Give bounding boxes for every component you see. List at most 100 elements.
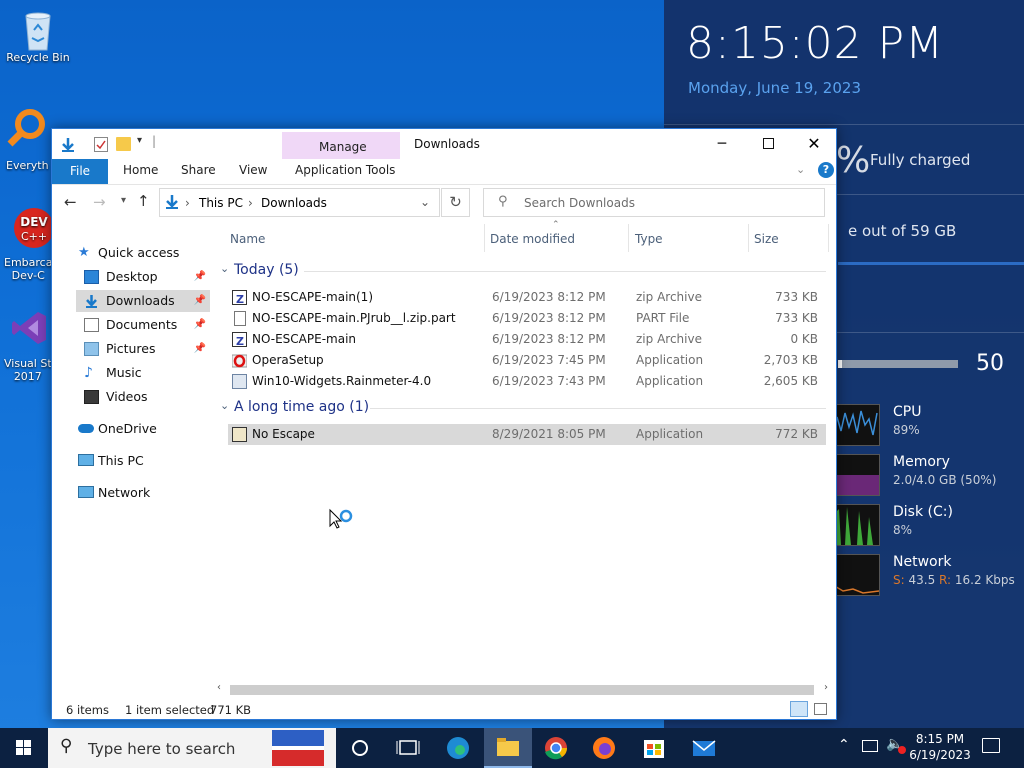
downloads-folder-icon bbox=[84, 294, 99, 308]
file-explorer-taskbar-icon[interactable] bbox=[484, 728, 532, 768]
computer-icon bbox=[78, 454, 94, 466]
column-header-size[interactable]: Size bbox=[754, 232, 779, 246]
nav-quick-access[interactable]: ★ Quick access bbox=[76, 242, 210, 264]
customize-qat-icon[interactable]: ▾ bbox=[137, 135, 142, 146]
nav-onedrive[interactable]: OneDrive bbox=[76, 418, 210, 440]
taskbar-search-box[interactable]: ⚲ Type here to search bbox=[48, 728, 336, 768]
mail-taskbar-icon[interactable] bbox=[680, 728, 728, 768]
up-button[interactable]: ↑ bbox=[137, 192, 150, 210]
show-hidden-icons-button[interactable]: ⌃ bbox=[838, 737, 850, 753]
close-button[interactable]: ✕ bbox=[796, 133, 832, 155]
ribbon-tabs: File Home Share View Application Tools ⌄… bbox=[52, 159, 836, 185]
notifications-icon[interactable] bbox=[982, 738, 1000, 753]
file-row[interactable]: NO-ESCAPE-main.PJrub__l.zip.part 6/19/20… bbox=[228, 308, 826, 329]
network-value: S: 43.5 R: 16.2 Kbps bbox=[893, 573, 1015, 587]
disk-graph bbox=[832, 504, 880, 546]
details-view-button[interactable] bbox=[790, 701, 808, 717]
quick-access-down-icon[interactable] bbox=[60, 137, 76, 153]
address-history-dropdown[interactable]: ⌄ bbox=[420, 195, 430, 209]
file-row[interactable]: Win10-Widgets.Rainmeter-4.0 6/19/2023 7:… bbox=[228, 371, 826, 392]
address-bar[interactable]: › This PC › Downloads ⌄ bbox=[159, 188, 440, 217]
new-folder-icon[interactable] bbox=[116, 137, 131, 151]
edge-taskbar-icon[interactable] bbox=[434, 728, 482, 768]
taskbar-clock[interactable]: 8:15 PM 6/19/2023 bbox=[908, 731, 972, 763]
cortana-button[interactable] bbox=[336, 728, 384, 768]
recycle-bin-icon bbox=[18, 8, 58, 51]
onedrive-cloud-icon bbox=[78, 424, 94, 433]
network-icon bbox=[78, 486, 94, 498]
maximize-button[interactable] bbox=[750, 133, 786, 155]
tab-view[interactable]: View bbox=[239, 163, 267, 177]
disk-value: 8% bbox=[893, 523, 913, 537]
nav-pictures[interactable]: Pictures 📌 bbox=[76, 338, 210, 360]
horizontal-scrollbar[interactable]: ‹ › bbox=[217, 682, 833, 697]
volume-fill bbox=[838, 360, 842, 368]
downloads-location-icon bbox=[164, 194, 180, 213]
music-folder-icon: ♪ bbox=[84, 365, 93, 381]
scrollbar-thumb[interactable] bbox=[230, 685, 814, 695]
breadcrumb-this-pc[interactable]: This PC bbox=[199, 196, 243, 210]
nav-documents[interactable]: Documents 📌 bbox=[76, 314, 210, 336]
everything-search-icon bbox=[6, 108, 46, 148]
volume-track[interactable] bbox=[838, 360, 958, 368]
properties-icon[interactable] bbox=[94, 137, 108, 152]
nav-music[interactable]: ♪ Music bbox=[76, 362, 210, 384]
tab-file[interactable]: File bbox=[52, 159, 108, 184]
breadcrumb-downloads[interactable]: Downloads bbox=[261, 196, 327, 210]
videos-folder-icon bbox=[84, 390, 99, 404]
desktop-icon-label: Visual St 2017 bbox=[4, 357, 52, 383]
nav-videos[interactable]: Videos bbox=[76, 386, 210, 408]
nav-downloads[interactable]: Downloads 📌 bbox=[76, 290, 210, 312]
chrome-taskbar-icon[interactable] bbox=[532, 728, 580, 768]
app-icon bbox=[232, 427, 247, 442]
collapse-chevron-icon: ⌄ bbox=[220, 399, 230, 412]
desktop-folder-icon bbox=[84, 270, 99, 284]
expand-ribbon-icon[interactable]: ⌄ bbox=[796, 163, 805, 176]
network-tray-icon[interactable] bbox=[862, 740, 878, 752]
column-header-name[interactable]: Name bbox=[230, 232, 265, 246]
desktop-icon-label: Embarca Dev-C bbox=[4, 256, 53, 282]
recent-locations-icon[interactable]: ▾ bbox=[121, 195, 126, 206]
search-icon: ⚲ bbox=[498, 194, 508, 209]
desktop-icon-recycle-bin[interactable]: Recycle Bin bbox=[2, 8, 74, 64]
nav-desktop[interactable]: Desktop 📌 bbox=[76, 266, 210, 288]
file-row[interactable]: OperaSetup 6/19/2023 7:45 PM Application… bbox=[228, 350, 826, 371]
storage-text: e out of 59 GB bbox=[848, 222, 957, 240]
zip-icon: Z bbox=[232, 290, 247, 306]
memory-label: Memory bbox=[893, 454, 950, 470]
forward-button[interactable]: → bbox=[93, 193, 106, 211]
desktop-icon-label: Recycle Bin bbox=[6, 51, 70, 64]
pin-icon: 📌 bbox=[193, 343, 206, 354]
large-icons-view-button[interactable] bbox=[814, 703, 827, 715]
cpu-graph bbox=[832, 404, 880, 446]
search-icon: ⚲ bbox=[60, 736, 73, 756]
file-row[interactable]: Z NO-ESCAPE-main(1) 6/19/2023 8:12 PM zi… bbox=[228, 287, 826, 308]
nav-network[interactable]: Network bbox=[76, 482, 210, 504]
refresh-button[interactable]: ↻ bbox=[441, 188, 470, 217]
tab-home[interactable]: Home bbox=[123, 163, 158, 177]
column-header-date[interactable]: Date modified bbox=[490, 232, 575, 246]
file-list: Name Date modified ⌃ Type Size ⌄ Today (… bbox=[220, 220, 834, 684]
firefox-taskbar-icon[interactable] bbox=[580, 728, 628, 768]
search-input[interactable]: ⚲ Search Downloads bbox=[483, 188, 825, 217]
file-row-selected[interactable]: No Escape 8/29/2021 8:05 PM Application … bbox=[228, 424, 826, 445]
back-button[interactable]: ← bbox=[64, 193, 77, 211]
memory-value: 2.0/4.0 GB (50%) bbox=[893, 473, 997, 487]
desktop-icon-everything[interactable]: Everyth bbox=[0, 108, 56, 172]
store-taskbar-icon[interactable] bbox=[630, 728, 678, 768]
cpu-value: 89% bbox=[893, 423, 920, 437]
svg-text:C++: C++ bbox=[21, 230, 47, 243]
tab-share[interactable]: Share bbox=[181, 163, 216, 177]
start-button[interactable] bbox=[0, 728, 48, 768]
help-icon[interactable]: ? bbox=[818, 162, 834, 178]
file-row[interactable]: Z NO-ESCAPE-main 6/19/2023 8:12 PM zip A… bbox=[228, 329, 826, 350]
selection-count: 1 item selected bbox=[125, 703, 215, 717]
column-header-type[interactable]: Type bbox=[635, 232, 663, 246]
title-bar: ▾ | Downloads ─ ✕ bbox=[52, 129, 836, 159]
tab-application-tools[interactable]: Application Tools bbox=[295, 163, 395, 177]
task-view-button[interactable] bbox=[384, 728, 432, 768]
navigation-pane: ★ Quick access Desktop 📌 Downloads 📌 Doc… bbox=[52, 229, 212, 669]
minimize-button[interactable]: ─ bbox=[704, 133, 740, 155]
nav-this-pc[interactable]: This PC bbox=[76, 450, 210, 472]
installer-icon bbox=[232, 374, 247, 389]
